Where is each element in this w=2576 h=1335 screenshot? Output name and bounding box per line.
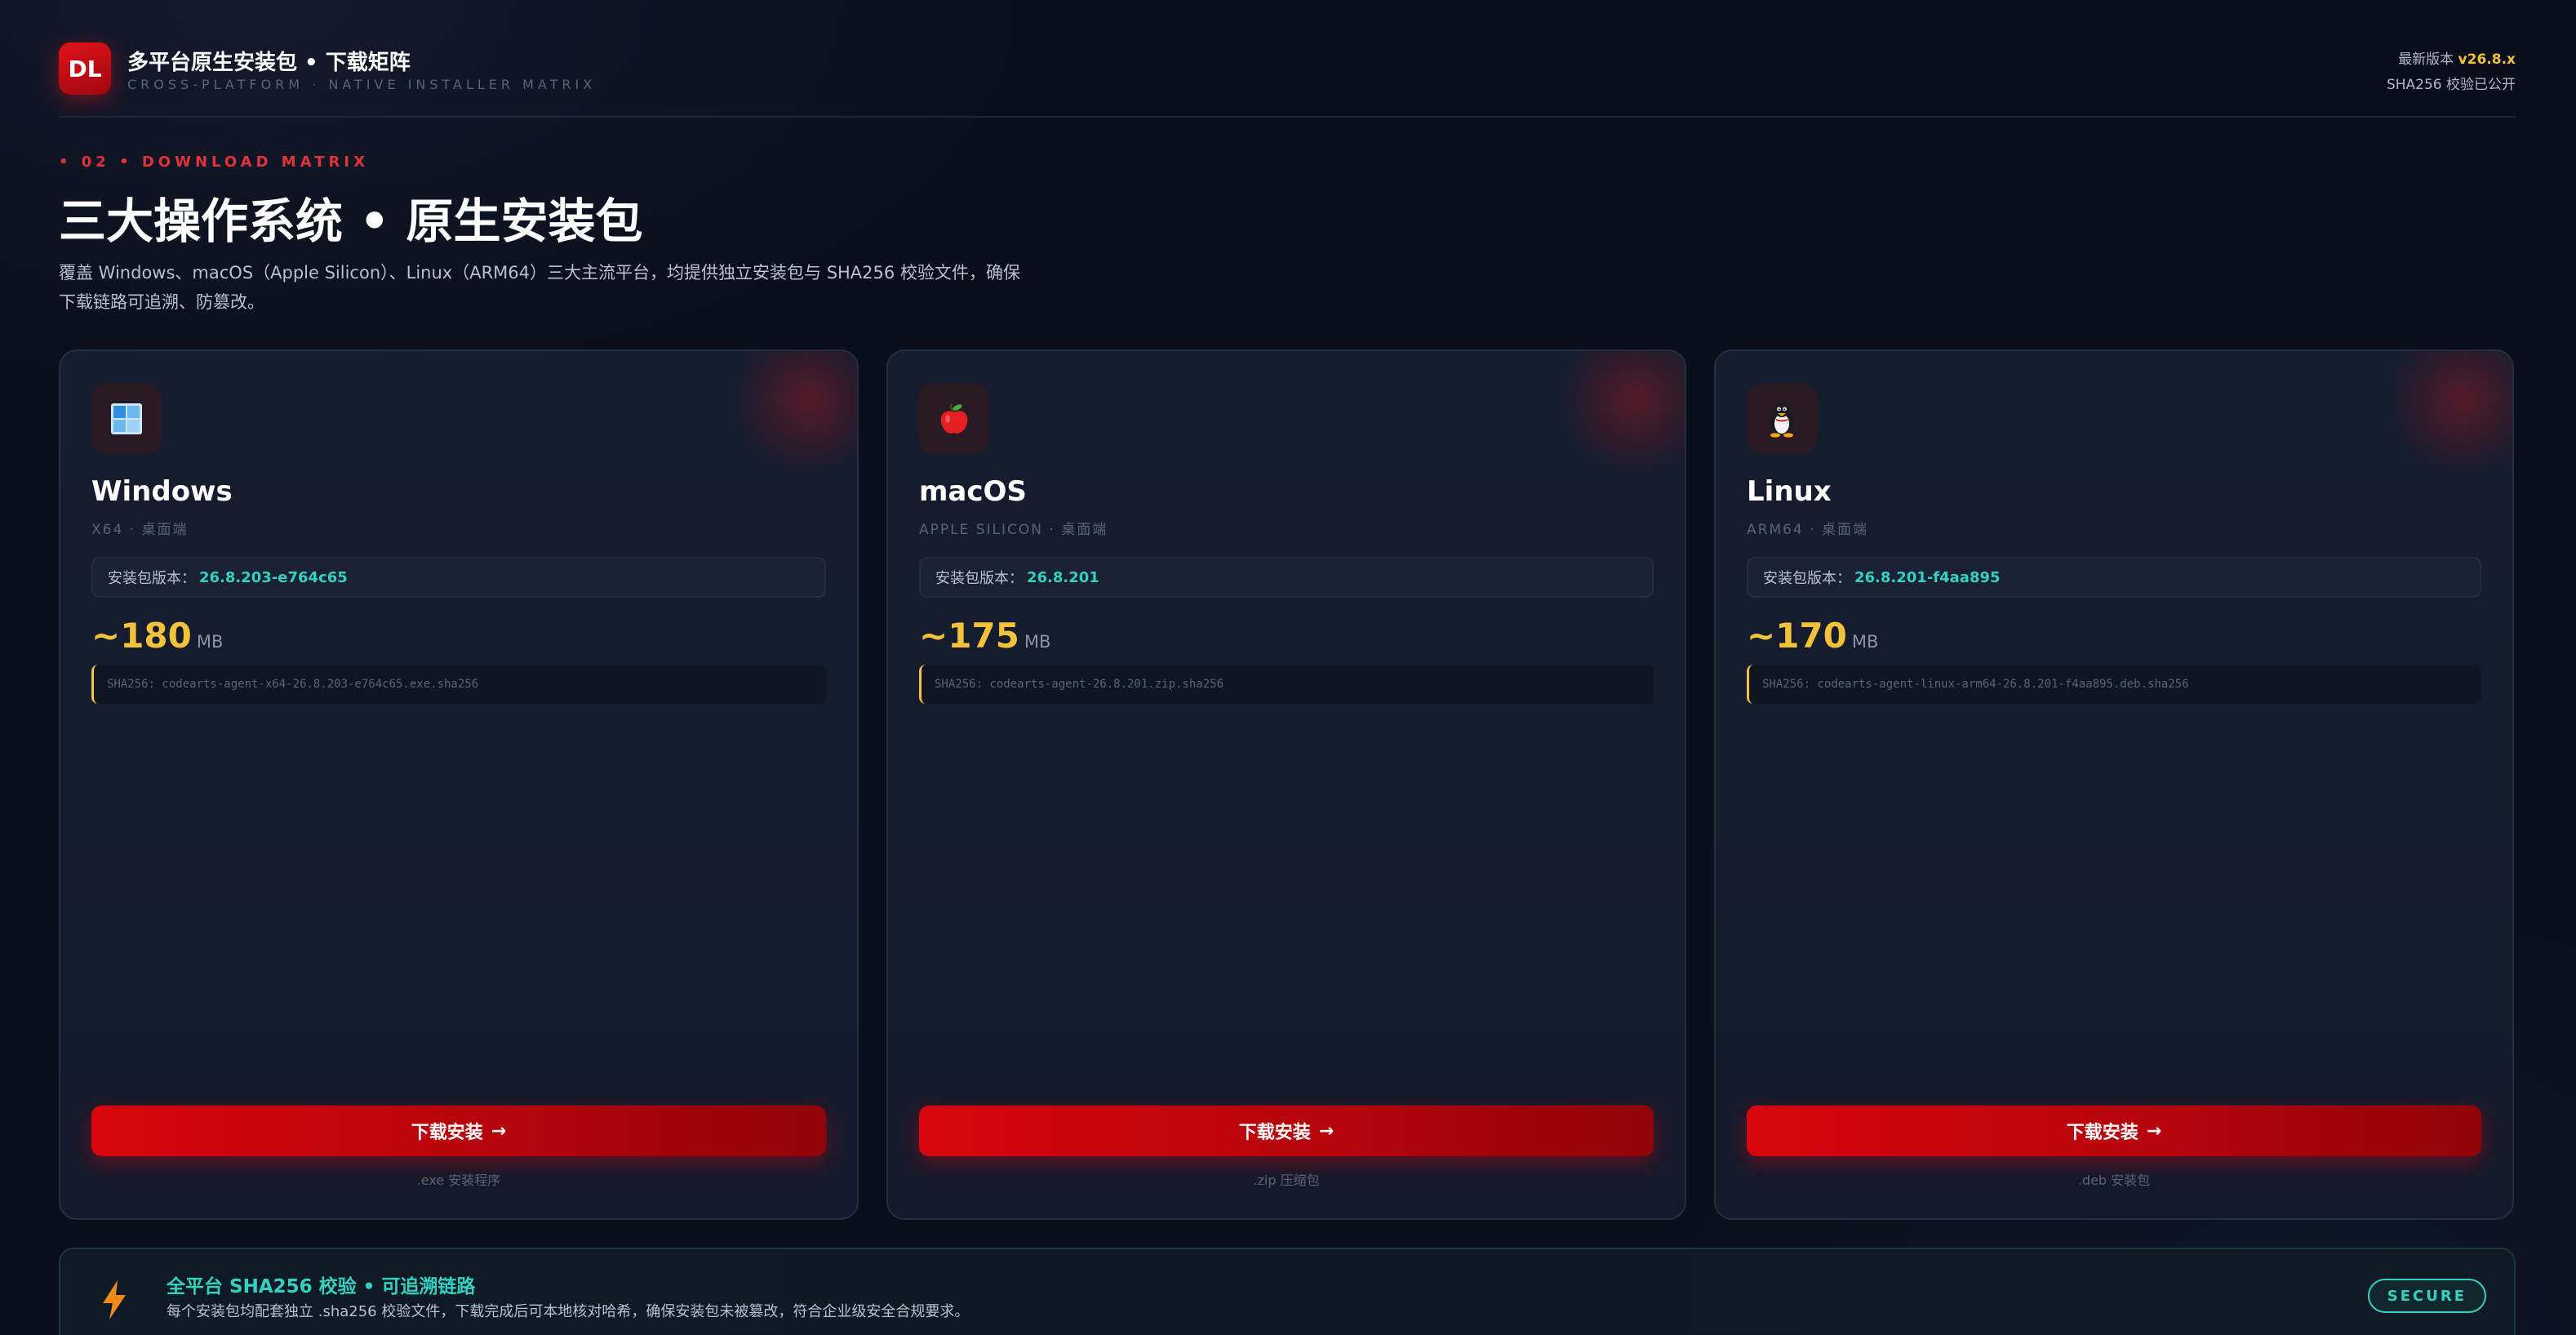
download-button-windows[interactable]: 下载安装 → xyxy=(91,1106,826,1156)
os-arch: ARM64 · 桌面端 xyxy=(1747,522,1868,538)
os-name: Linux xyxy=(1747,475,1832,508)
arrow-right-icon: → xyxy=(1318,1120,1335,1141)
banner-title: 全平台 SHA256 校验 • 可追溯链路 xyxy=(167,1276,476,1297)
package-version-value: 26.8.201 xyxy=(1027,568,1099,586)
brand-title: 多平台原生安装包 • 下载矩阵 xyxy=(127,51,411,75)
sha256-file[interactable]: SHA256: codearts-agent-linux-arm64-26.8.… xyxy=(1747,665,2481,704)
sha256-file[interactable]: SHA256: codearts-agent-x64-26.8.203-e764… xyxy=(91,665,826,704)
download-button-macos[interactable]: 下载安装 → xyxy=(919,1106,1654,1156)
secure-badge: SECURE xyxy=(2367,1279,2486,1313)
package-version-value: 26.8.201-f4aa895 xyxy=(1854,568,2001,586)
banner-description: 每个安装包均配套独立 .sha256 校验文件，下载完成后可本地核对哈希，确保安… xyxy=(167,1303,970,1320)
sha256-file[interactable]: SHA256: codearts-agent-26.8.201.zip.sha2… xyxy=(919,665,1654,704)
brand-subtitle: CROSS-PLATFORM · NATIVE INSTALLER MATRIX xyxy=(127,77,597,92)
download-button-linux[interactable]: 下载安装 → xyxy=(1747,1106,2481,1156)
page-title: 三大操作系统 • 原生安装包 xyxy=(59,194,643,249)
page-description: 覆盖 Windows、macOS（Apple Silicon）、Linux（AR… xyxy=(59,263,1020,312)
windows-icon xyxy=(91,384,162,454)
os-arch: APPLE SILICON · 桌面端 xyxy=(919,522,1108,538)
latest-version-value: v26.8.x xyxy=(2458,51,2516,68)
package-type: .exe 安装程序 xyxy=(416,1173,501,1188)
package-version: 安装包版本： 26.8.201-f4aa895 xyxy=(1747,557,2481,598)
package-size: ~175 MB xyxy=(919,616,1051,656)
package-version: 安装包版本： 26.8.201 xyxy=(919,557,1654,598)
os-name: Windows xyxy=(91,475,233,508)
section-tag: • 02 • DOWNLOAD MATRIX xyxy=(59,154,369,171)
arrow-right-icon: → xyxy=(2146,1120,2162,1141)
package-version: 安装包版本： 26.8.203-e764c65 xyxy=(91,557,826,598)
os-arch: X64 · 桌面端 xyxy=(91,522,189,538)
page-header: DL 多平台原生安装包 • 下载矩阵 CROSS-PLATFORM · NATI… xyxy=(59,42,2516,118)
app-logo: DL xyxy=(59,42,111,95)
penguin-icon xyxy=(1747,384,1817,454)
package-type: .deb 安装包 xyxy=(2077,1173,2151,1188)
package-size: ~180 MB xyxy=(91,616,224,656)
arrow-right-icon: → xyxy=(491,1120,507,1141)
package-size: ~170 MB xyxy=(1747,616,1879,656)
os-name: macOS xyxy=(919,475,1027,508)
version-info: 最新版本 v26.8.x SHA256 校验已公开 xyxy=(2387,47,2516,93)
card-windows: Windows X64 · 桌面端 安装包版本： 26.8.203-e764c6… xyxy=(59,349,859,1220)
card-linux: Linux ARM64 · 桌面端 安装包版本： 26.8.201-f4aa89… xyxy=(1714,349,2514,1220)
package-version-value: 26.8.203-e764c65 xyxy=(199,568,348,586)
download-cards: Windows X64 · 桌面端 安装包版本： 26.8.203-e764c6… xyxy=(59,349,2516,1220)
security-banner: 全平台 SHA256 校验 • 可追溯链路 每个安装包均配套独立 .sha256… xyxy=(59,1248,2516,1335)
package-type: .zip 压缩包 xyxy=(1253,1173,1320,1188)
sha-status: SHA256 校验已公开 xyxy=(2386,77,2516,93)
card-macos: macOS APPLE SILICON · 桌面端 安装包版本： 26.8.20… xyxy=(886,349,1686,1220)
apple-icon xyxy=(919,384,989,454)
lightning-icon xyxy=(103,1280,126,1319)
latest-version-label: 最新版本 xyxy=(2398,51,2454,68)
